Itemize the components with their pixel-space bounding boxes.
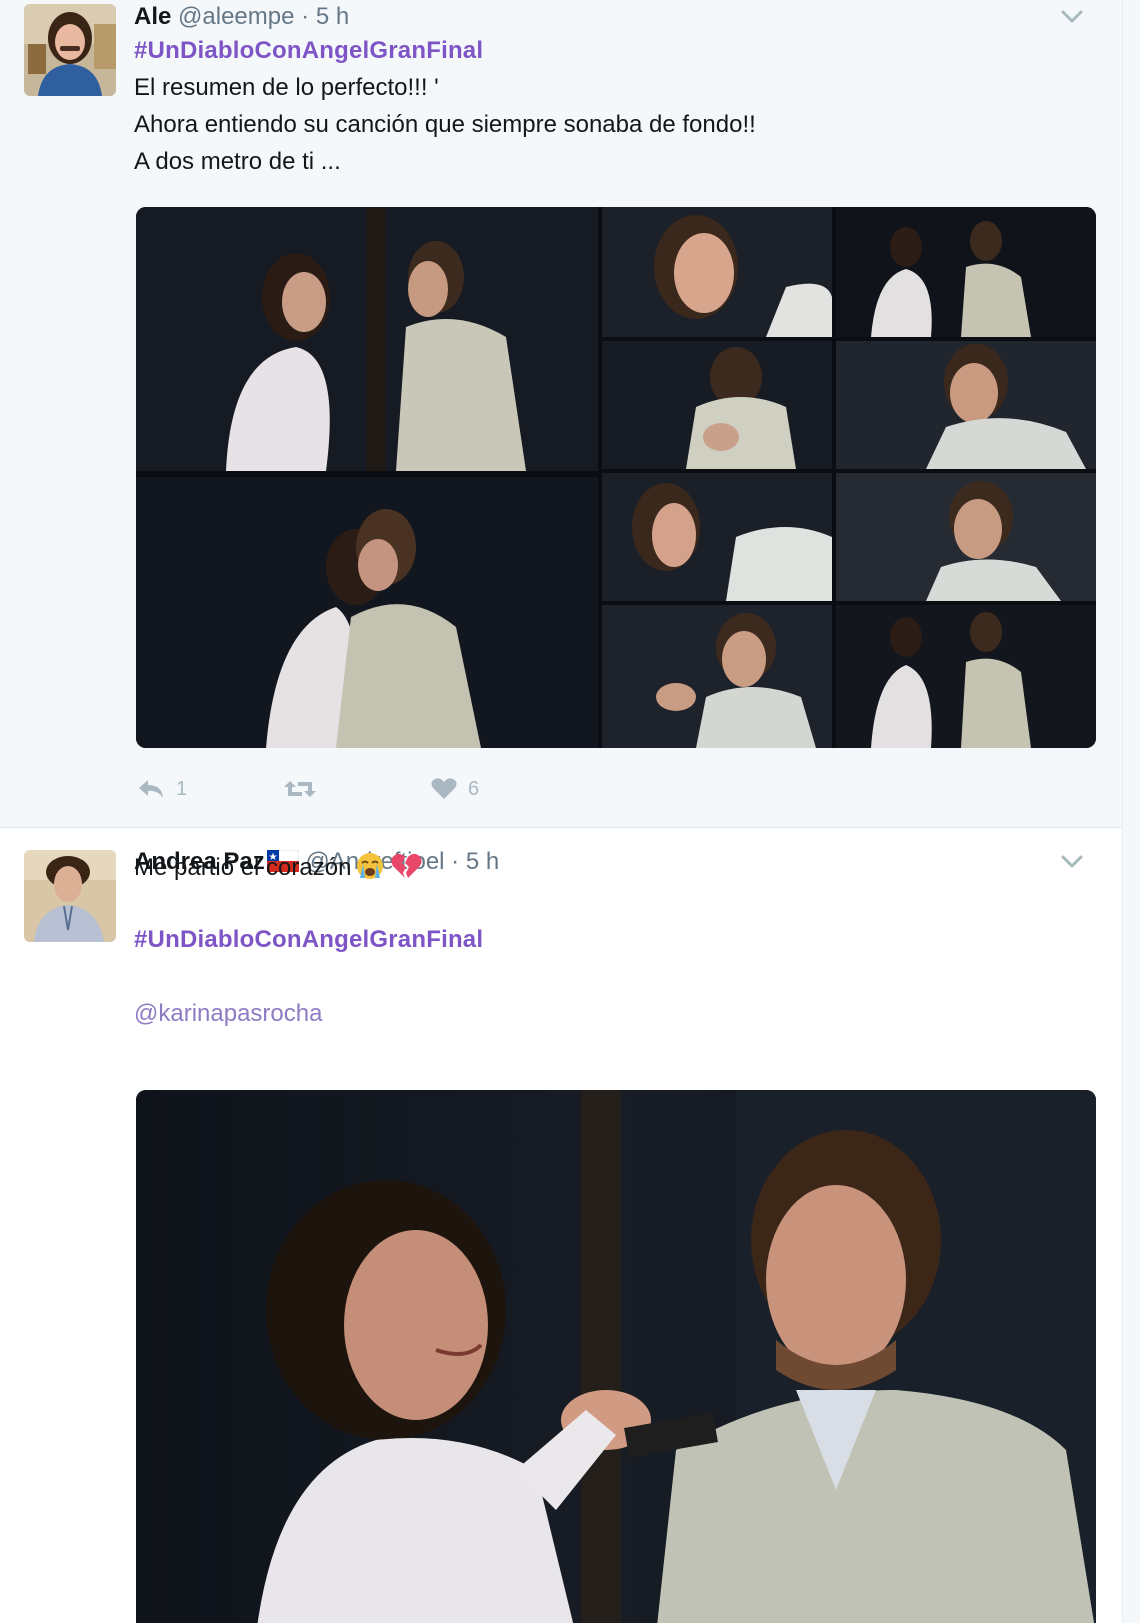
collage-panel bbox=[602, 605, 832, 748]
tweet-text-line: Me partió el corazón bbox=[134, 851, 423, 889]
collage-panel bbox=[136, 207, 598, 471]
separator: · bbox=[451, 848, 460, 875]
tweet[interactable]: Andrea Paz @Andreftjoel · 5 h Me partió … bbox=[0, 828, 1122, 1623]
heart-icon bbox=[430, 777, 458, 801]
tweet-text: Me partió el corazón bbox=[134, 854, 352, 881]
broken-heart-icon bbox=[389, 851, 423, 889]
mention-link[interactable]: @karinapasrocha bbox=[134, 999, 322, 1029]
tweet[interactable]: Ale @aleempe · 5 h #UnDiabloConAngelGran… bbox=[0, 0, 1122, 828]
scrollbar-track[interactable] bbox=[1122, 0, 1140, 1623]
chevron-down-icon[interactable] bbox=[1058, 848, 1086, 876]
crying-face-icon bbox=[353, 851, 387, 889]
tweet-text-line: El resumen de lo perfecto!!! ' bbox=[134, 74, 439, 101]
separator: · bbox=[301, 3, 310, 30]
timestamp[interactable]: 5 h bbox=[466, 848, 499, 875]
collage-panel bbox=[602, 473, 832, 601]
tweet-photo-collage[interactable] bbox=[136, 207, 1096, 748]
collage-panel bbox=[602, 341, 832, 469]
collage-panel bbox=[602, 207, 832, 337]
like-count: 6 bbox=[468, 777, 480, 800]
collage-panel bbox=[836, 341, 1096, 469]
avatar[interactable] bbox=[24, 4, 116, 96]
tweet-photo[interactable] bbox=[136, 1090, 1096, 1623]
tweet-text-line: A dos metro de ti ... bbox=[134, 148, 341, 175]
tweet-text-line: Ahora entiendo su canción que siempre so… bbox=[134, 111, 756, 138]
reply-button[interactable]: 1 bbox=[136, 772, 187, 806]
collage-panel bbox=[836, 473, 1096, 601]
reply-icon bbox=[136, 777, 166, 801]
hashtag-link[interactable]: #UnDiabloConAngelGranFinal bbox=[134, 925, 483, 955]
collage-panel bbox=[836, 605, 1096, 748]
hashtag-link[interactable]: #UnDiabloConAngelGranFinal bbox=[134, 36, 483, 66]
retweet-icon bbox=[282, 777, 318, 801]
avatar[interactable] bbox=[24, 850, 116, 942]
collage-panel bbox=[136, 477, 598, 748]
screen-name[interactable]: @aleempe bbox=[178, 3, 294, 30]
tweet-header: Ale @aleempe · 5 h bbox=[134, 2, 349, 32]
like-button[interactable]: 6 bbox=[430, 772, 479, 806]
timestamp[interactable]: 5 h bbox=[316, 3, 349, 30]
fullname[interactable]: Ale bbox=[134, 3, 171, 30]
reply-count: 1 bbox=[176, 777, 188, 800]
chevron-down-icon[interactable] bbox=[1058, 3, 1086, 31]
collage-panel bbox=[836, 207, 1096, 337]
retweet-button[interactable] bbox=[282, 772, 328, 806]
